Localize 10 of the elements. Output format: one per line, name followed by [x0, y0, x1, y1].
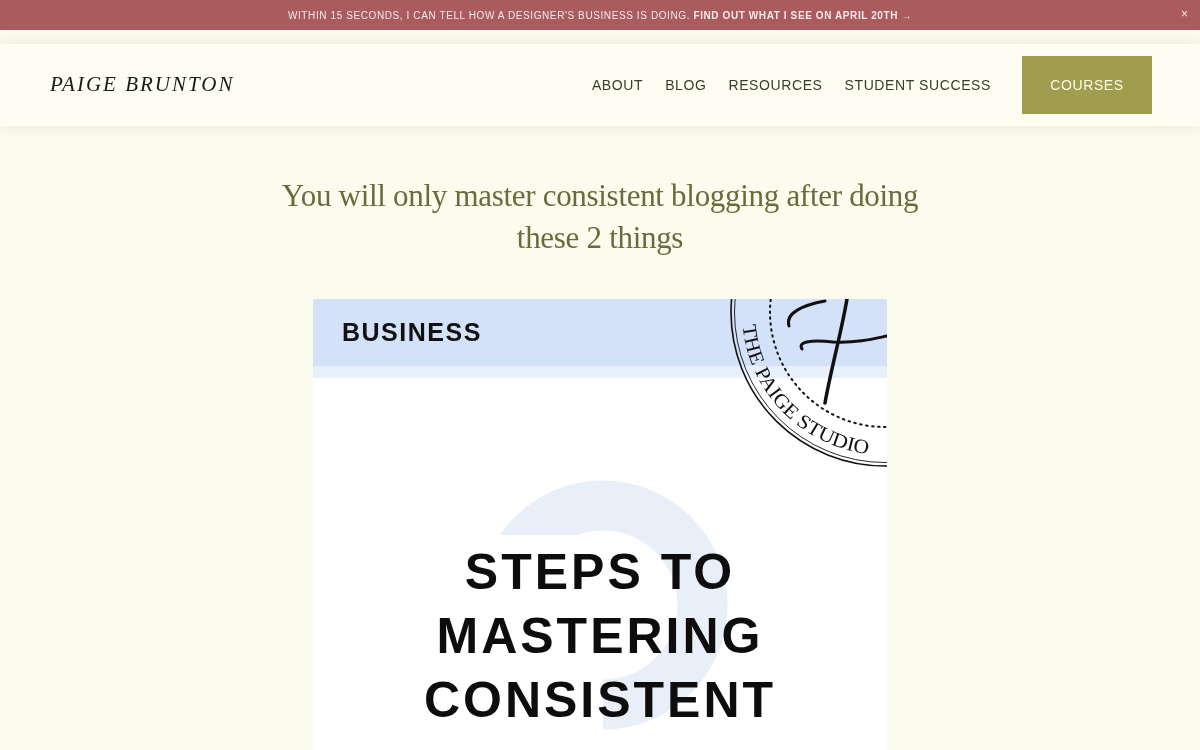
nav-link[interactable]: ABOUT — [591, 74, 644, 96]
post-title: You will only master consistent blogging after doing these 2 things — [280, 177, 920, 257]
nav-link[interactable]: BLOG — [665, 74, 707, 96]
nav-link[interactable]: STUDENT SUCCESS — [844, 74, 991, 96]
graphic-headline: STEPS TO MASTERING CONSISTENT — [422, 543, 778, 730]
site-logo[interactable]: PAIGE BRUNTON — [50, 69, 235, 101]
close-button[interactable]: × — [1179, 7, 1190, 21]
category-label: BUSINESS — [342, 316, 482, 348]
nav-link[interactable]: RESOURCES — [728, 74, 823, 96]
announcement-text[interactable]: WITHIN 15 SECONDS, I CAN TELL HOW A DESIGNER'S BUSINESS IS DOING. FIND OUT WHAT I SEE ON APRIL 20TH → — [287, 7, 913, 23]
